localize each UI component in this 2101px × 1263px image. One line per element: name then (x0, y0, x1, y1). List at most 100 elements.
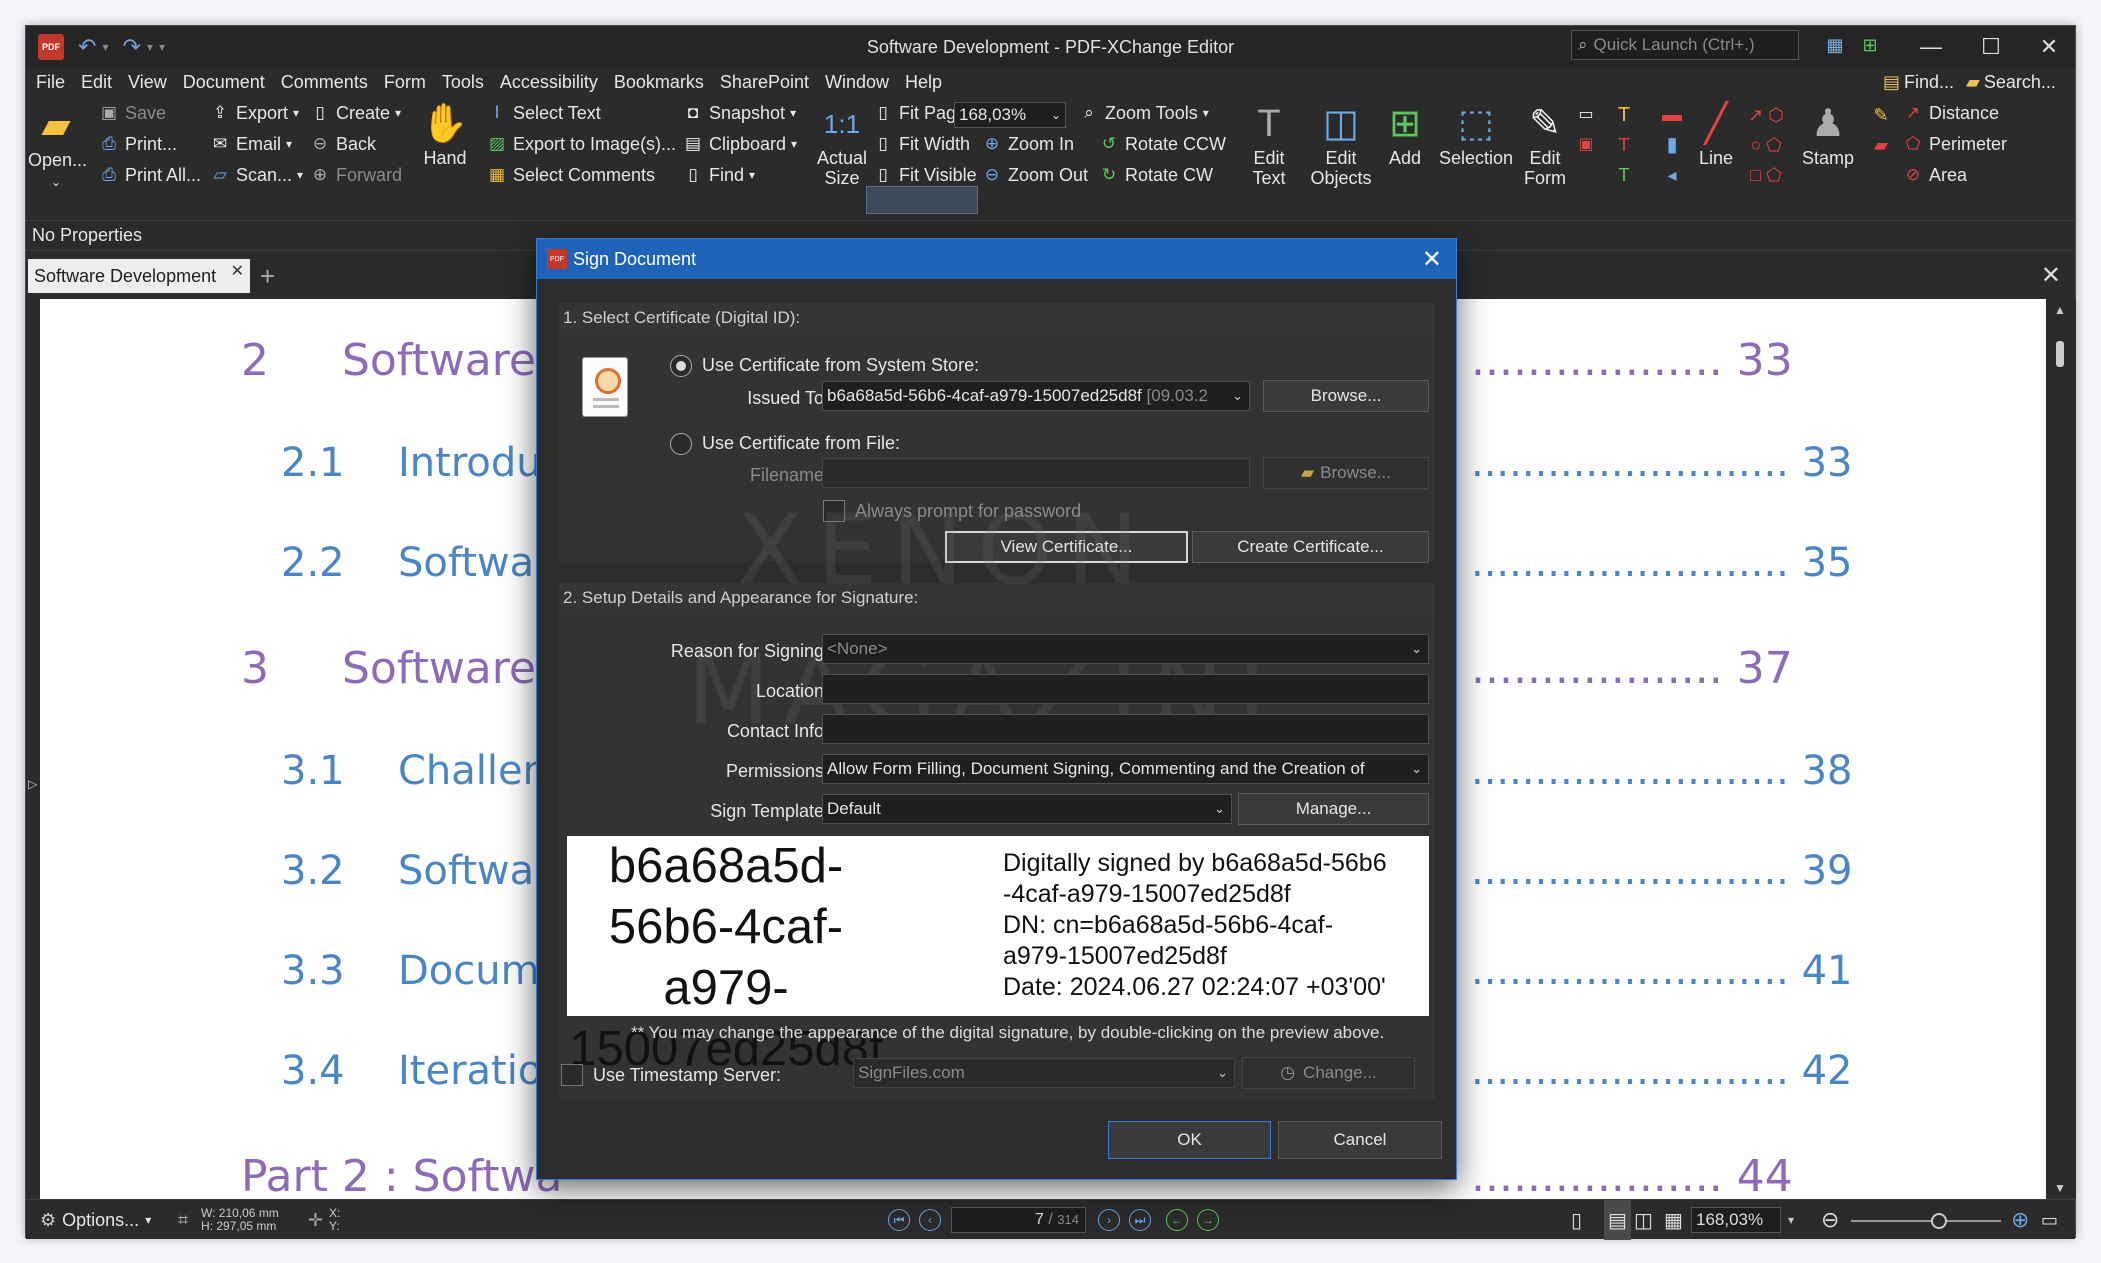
menu-help[interactable]: Help (897, 72, 950, 93)
menu-edit[interactable]: Edit (73, 72, 120, 93)
edit-objects-button[interactable]: ◫ Edit Objects (1302, 100, 1380, 188)
back-button[interactable]: ⊖ Back (309, 131, 376, 157)
selection-button[interactable]: ⬚ Selection (1436, 100, 1516, 168)
email-button[interactable]: ✉ Email ▾ (209, 131, 292, 157)
typewriter-group[interactable]: T T T (1604, 100, 1644, 190)
zoom-out-icon[interactable]: ⊖ (1821, 1200, 1839, 1240)
search-button[interactable]: ▰ Search... (1966, 68, 2056, 96)
scrollbar-thumb[interactable] (2056, 341, 2064, 367)
toc-entry[interactable]: 2 (241, 335, 269, 386)
zoom-slider-knob[interactable] (1931, 1213, 1947, 1229)
save-button[interactable]: ▣ Save (98, 100, 166, 126)
select-text-button[interactable]: Ⅰ Select Text (486, 100, 600, 126)
menu-accessibility[interactable]: Accessibility (492, 72, 606, 93)
zoom-combo[interactable]: 168,03% ⌄ (954, 102, 1066, 128)
browse-store-button[interactable]: Browse... (1263, 380, 1429, 412)
undo-icon[interactable]: ↶ (78, 34, 96, 60)
toc-entry-title[interactable]: Softwar (398, 540, 551, 586)
toc-page[interactable]: ......................... 33 (1471, 440, 1853, 486)
menu-sharepoint[interactable]: SharePoint (712, 72, 817, 93)
menu-tools[interactable]: Tools (434, 72, 492, 93)
layout-icon[interactable]: ⊞ (1858, 35, 1882, 57)
tab-software-development[interactable]: Software Development ✕ (28, 259, 250, 293)
menu-form[interactable]: Form (376, 72, 434, 93)
toc-entry[interactable]: 3 (241, 643, 269, 694)
permissions-select[interactable]: Allow Form Filling, Document Signing, Co… (822, 754, 1429, 784)
shapes-group[interactable]: ↗ ⬡ ○ ⬠ □ ⬠ (1740, 100, 1792, 190)
page-number-input[interactable]: 7 / 314 (951, 1207, 1086, 1233)
prev-page-icon[interactable]: ‹ (919, 1209, 941, 1231)
single-page-icon[interactable]: ▯ (1571, 1200, 1582, 1240)
view-certificate-button[interactable]: View Certificate... (945, 531, 1188, 563)
line-button[interactable]: ╱ Line (1694, 100, 1738, 168)
pencil-group[interactable]: ✎ ▰ (1868, 100, 1894, 160)
next-view-icon[interactable]: → (1197, 1209, 1219, 1231)
toc-entry[interactable]: 3.1 (281, 748, 345, 794)
create-button[interactable]: ▯ Create ▾ (309, 100, 401, 126)
toc-page[interactable]: ......................... 42 (1471, 1048, 1853, 1094)
left-panel-toggle[interactable]: ▷ (26, 299, 40, 1199)
menu-window[interactable]: Window (817, 72, 897, 93)
last-page-icon[interactable]: ⏭ (1129, 1209, 1151, 1231)
use-timestamp-checkbox[interactable] (561, 1064, 583, 1086)
perimeter-button[interactable]: ⬠ Perimeter (1902, 131, 2007, 157)
add-button[interactable]: ⊞ Add (1380, 100, 1430, 168)
forward-button[interactable]: ⊕ Forward (309, 162, 402, 188)
edit-text-button[interactable]: T Edit Text (1244, 100, 1294, 188)
toc-entry[interactable]: 3.4 (281, 1048, 345, 1094)
toc-page[interactable]: .................. 33 (1471, 335, 1793, 386)
facing-pages-icon[interactable]: ◫ (1634, 1200, 1653, 1240)
toc-entry-title[interactable]: Softwar (398, 848, 551, 894)
redo-icon[interactable]: ↷ (122, 34, 140, 60)
continuous-page-icon[interactable]: ▤ (1604, 1200, 1631, 1240)
toc-page[interactable]: .................. 44 (1471, 1151, 1793, 1199)
stamp-button[interactable]: ♟ Stamp (1798, 100, 1858, 168)
export-button[interactable]: ⇪ Export ▾ (209, 100, 299, 126)
scroll-up-icon[interactable]: ▲ (2054, 303, 2066, 317)
menu-bookmarks[interactable]: Bookmarks (606, 72, 712, 93)
full-screen-icon[interactable]: ▭ (2041, 1200, 2058, 1240)
close-dialog-button[interactable]: ✕ (1422, 245, 1442, 274)
print-all-button[interactable]: ⎙ Print All... (98, 162, 201, 188)
menu-file[interactable]: File (26, 72, 73, 93)
toc-entry[interactable]: 3.3 (281, 948, 345, 994)
toc-entry[interactable]: 2.1 (281, 440, 345, 486)
maximize-button[interactable]: ☐ (1961, 26, 2021, 68)
close-document-icon[interactable]: ✕ (2041, 261, 2061, 290)
rotate-cw-button[interactable]: ↻ Rotate CW (1098, 162, 1213, 188)
scroll-down-icon[interactable]: ▼ (2054, 1181, 2066, 1195)
always-prompt-checkbox[interactable] (823, 500, 845, 522)
new-tab-icon[interactable]: + (260, 261, 275, 292)
issued-to-select[interactable]: b6a68a5d-56b6-4caf-a979-15007ed25d8f [09… (822, 381, 1250, 411)
find-button[interactable]: ▤ Find... (1883, 68, 1954, 96)
reason-select[interactable]: <None> ⌄ (822, 634, 1429, 664)
fit-visible-button[interactable]: ▯ Fit Visible (872, 162, 976, 188)
toc-page[interactable]: ......................... 39 (1471, 848, 1853, 894)
redo-dropdown-icon[interactable]: ▾ (147, 40, 153, 54)
hand-tool-button[interactable]: ✋ Hand (418, 100, 472, 168)
toc-page[interactable]: ......................... 38 (1471, 748, 1853, 794)
toc-entry[interactable]: Part 2 : Softwa (241, 1151, 562, 1199)
toc-entry[interactable]: 2.2 (281, 540, 345, 586)
fit-width-button[interactable]: ▯ Fit Width (872, 131, 970, 157)
zoom-tools-button[interactable]: ⌕ Zoom Tools ▾ (1078, 100, 1209, 126)
previous-view-icon[interactable]: ← (1166, 1209, 1188, 1231)
vertical-scrollbar[interactable]: ▲ ▼ (2046, 299, 2076, 1199)
browse-file-button[interactable]: ▰ Browse... (1263, 457, 1429, 489)
chevron-down-icon[interactable]: ▾ (1788, 1200, 1794, 1240)
zoom-in-button[interactable]: ⊕ Zoom In (981, 131, 1074, 157)
find-tool-button[interactable]: ▯ Find ▾ (682, 162, 755, 188)
scan-button[interactable]: ▱ Scan... ▾ (209, 162, 303, 188)
contact-input[interactable] (822, 714, 1429, 744)
location-input[interactable] (822, 674, 1429, 704)
toc-page[interactable]: ......................... 35 (1471, 540, 1853, 586)
quick-launch-input[interactable]: ⌕ Quick Launch (Ctrl+.) (1571, 30, 1799, 60)
print-button[interactable]: ⎙ Print... (98, 131, 177, 157)
timestamp-server-select[interactable]: SignFiles.com ⌄ (853, 1058, 1235, 1088)
change-timestamp-button[interactable]: ◷ Change... (1242, 1057, 1415, 1089)
sign-template-select[interactable]: Default ⌄ (822, 794, 1232, 824)
continuous-facing-icon[interactable]: ▦ (1664, 1200, 1683, 1240)
menu-document[interactable]: Document (175, 72, 273, 93)
manage-templates-button[interactable]: Manage... (1238, 793, 1429, 825)
ok-button[interactable]: OK (1108, 1121, 1271, 1159)
